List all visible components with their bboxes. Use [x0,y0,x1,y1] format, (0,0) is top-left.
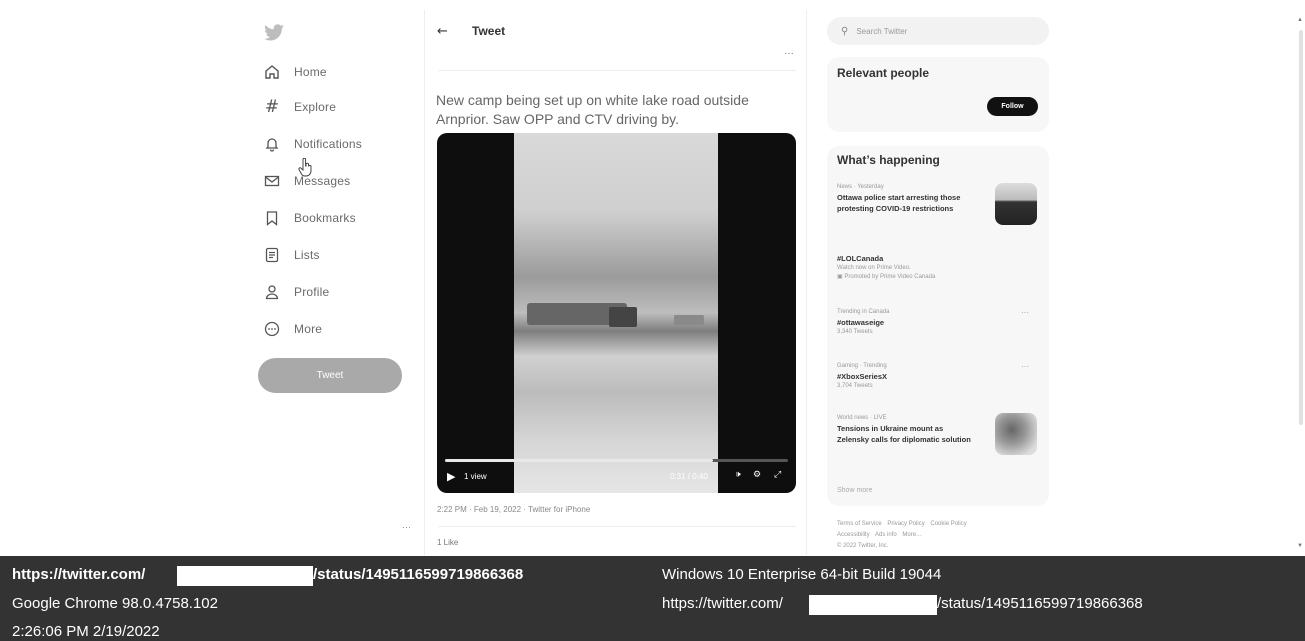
column-divider [806,10,807,555]
footer-link[interactable]: Privacy Policy [887,521,924,527]
nav-label: Lists [294,248,320,262]
back-arrow-icon[interactable]: ← [437,24,448,39]
capture-info-bar: https://twitter.com/ /status/14951165997… [0,556,1305,641]
search-input[interactable] [856,26,1027,36]
column-divider [424,10,425,555]
play-icon[interactable]: ▶ [447,470,455,483]
footer-links: Terms of Service Privacy Policy Cookie P… [837,519,1047,552]
nav-home[interactable]: Home [263,60,327,84]
trend-meta: Gaming · Trending [837,363,887,369]
capture-datetime: 2:26:06 PM 2/19/2022 [12,623,160,640]
bookmark-icon [263,209,281,227]
nav-label: More [294,322,323,336]
home-icon [263,63,281,81]
footer-link[interactable]: Ads info [875,532,897,538]
scroll-down-arrow-icon[interactable]: ▼ [1297,543,1303,549]
nav-label: Profile [294,285,330,299]
redaction-box [809,595,937,615]
trend-sub: 3,704 Tweets [837,383,873,389]
whats-happening-card: What’s happening News · Yesterday Ottawa… [827,146,1049,506]
card-title: What’s happening [837,153,940,167]
trend-item[interactable]: #LOLCanada Watch now on Prime Video. ▣ P… [837,253,1037,282]
scroll-up-arrow-icon[interactable]: ▲ [1297,17,1303,23]
trend-thumbnail [995,413,1037,455]
person-icon [263,283,281,301]
nav-label: Notifications [294,137,362,151]
show-more-link[interactable]: Show more [837,487,872,494]
trend-thumbnail [995,183,1037,225]
video-progress-fill [445,459,713,462]
tweet-text: New camp being set up on white lake road… [436,92,749,127]
footer-link[interactable]: Accessibility [837,532,870,538]
settings-gear-icon[interactable]: ⚙ [753,470,761,480]
trend-sub: Watch now on Prime Video. [837,265,911,271]
page-title: Tweet [472,24,506,38]
nav-lists[interactable]: Lists [263,243,320,267]
fullscreen-icon[interactable]: ⤢ [774,470,781,480]
footer-link[interactable]: Cookie Policy [930,521,966,527]
capture-url-suffix: /status/1495116599719866368 [313,566,524,583]
video-frame [514,133,718,493]
card-title: Relevant people [837,66,930,80]
envelope-icon [263,172,281,190]
trend-item[interactable]: Gaming · Trending #XboxSeriesX 3,704 Twe… [837,362,1037,391]
search-box[interactable]: ⚲ [827,17,1049,45]
nav-bookmarks[interactable]: Bookmarks [263,206,356,230]
video-progress-bar[interactable] [445,459,788,462]
promoted-text: Promoted by Prime Video Canada [844,274,936,280]
divider [438,526,796,527]
nav-label: Bookmarks [294,211,356,225]
footer-link[interactable]: Terms of Service [837,521,882,527]
nav-profile[interactable]: Profile [263,280,329,304]
follow-button[interactable]: Follow [987,97,1038,116]
scrollbar-thumb[interactable] [1299,30,1303,425]
divider [438,70,796,71]
trend-title: Tensions in Ukraine mount as Zelensky ca… [837,424,971,444]
trend-sub: 3,340 Tweets [837,329,873,335]
video-time: 0:31 / 0:40 [670,472,708,481]
nav-label: Home [294,65,327,79]
nav-notifications[interactable]: Notifications [263,132,362,156]
trend-meta: Trending in Canada [837,309,890,315]
video-scene [674,315,704,325]
page-url-suffix: /status/1495116599719866368 [937,595,1143,612]
twitter-logo-icon[interactable] [263,24,285,42]
os-version: Windows 10 Enterprise 64-bit Build 19044 [662,566,942,583]
bell-icon [263,135,281,153]
nav-more[interactable]: More [263,317,322,341]
search-icon: ⚲ [841,25,849,37]
nav-explore[interactable]: # Explore [263,95,336,119]
more-circle-icon [263,320,281,338]
tweet-more-icon[interactable]: ··· [784,48,794,59]
redaction-box [177,566,313,586]
copyright: © 2022 Twitter, Inc. [837,543,889,549]
trend-item[interactable]: Trending in Canada #ottawaseige 3,340 Tw… [837,308,1037,337]
footer-link[interactable]: More… [902,532,922,538]
tweet-meta: 2:22 PM · Feb 19, 2022 · Twitter for iPh… [437,505,591,514]
tweet-button[interactable]: Tweet [258,358,402,393]
hand-cursor-icon [298,158,312,177]
capture-url-prefix: https://twitter.com/ [12,566,146,583]
trend-title: #XboxSeriesX [837,372,888,381]
list-icon [263,246,281,264]
trend-title: #LOLCanada [837,254,884,263]
video-player[interactable]: ▶ 1 view 0:31 / 0:40 🕩 ⚙ ⤢ [437,133,796,493]
likes-count[interactable]: 1 Like [437,538,458,547]
page-url-prefix: https://twitter.com/ [662,595,783,612]
trend-title: Ottawa police start arresting those prot… [837,193,961,213]
promoted-label: ▣ Promoted by Prime Video Canada [837,273,1037,282]
hashtag-icon: # [264,97,280,117]
account-menu-dots[interactable]: ··· [402,522,411,532]
video-scene [609,307,637,327]
trend-title: #ottawaseige [837,318,885,327]
trend-more-icon[interactable]: ··· [1021,308,1029,317]
trend-more-icon[interactable]: ··· [1021,362,1029,371]
video-views: 1 view [464,472,487,481]
volume-icon[interactable]: 🕩 [735,470,741,480]
browser-version: Google Chrome 98.0.4758.102 [12,595,218,612]
nav-label: Explore [294,100,337,114]
relevant-people-card: Relevant people Follow [827,57,1049,132]
